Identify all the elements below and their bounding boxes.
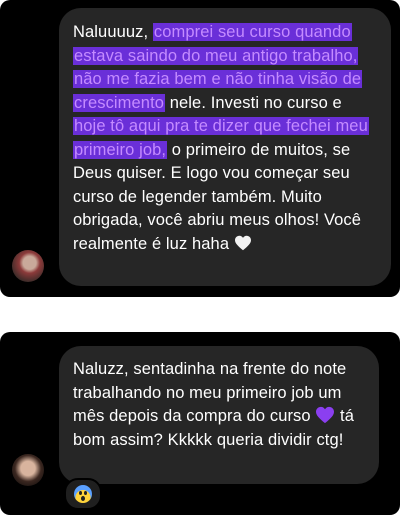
sender-avatar[interactable]: [12, 250, 44, 282]
message-bubble-2[interactable]: Naluzz, sentadinha na frente do note tra…: [59, 346, 379, 484]
scream-emoji-icon: [74, 485, 92, 503]
message-text-segment: Naluuuuz,: [73, 23, 153, 41]
purple-heart-icon: [316, 406, 335, 424]
message-bubble-1[interactable]: Naluuuuz, comprei seu curso quando estav…: [59, 8, 391, 286]
white-heart-icon: [234, 235, 251, 250]
message-panel-1: Naluuuuz, comprei seu curso quando estav…: [0, 0, 400, 297]
sender-avatar[interactable]: [12, 454, 44, 486]
reaction-badge[interactable]: [64, 478, 102, 510]
message-text: Naluzz, sentadinha na frente do note tra…: [73, 360, 347, 425]
message-text-segment: nele. Investi no curso e: [165, 93, 342, 112]
